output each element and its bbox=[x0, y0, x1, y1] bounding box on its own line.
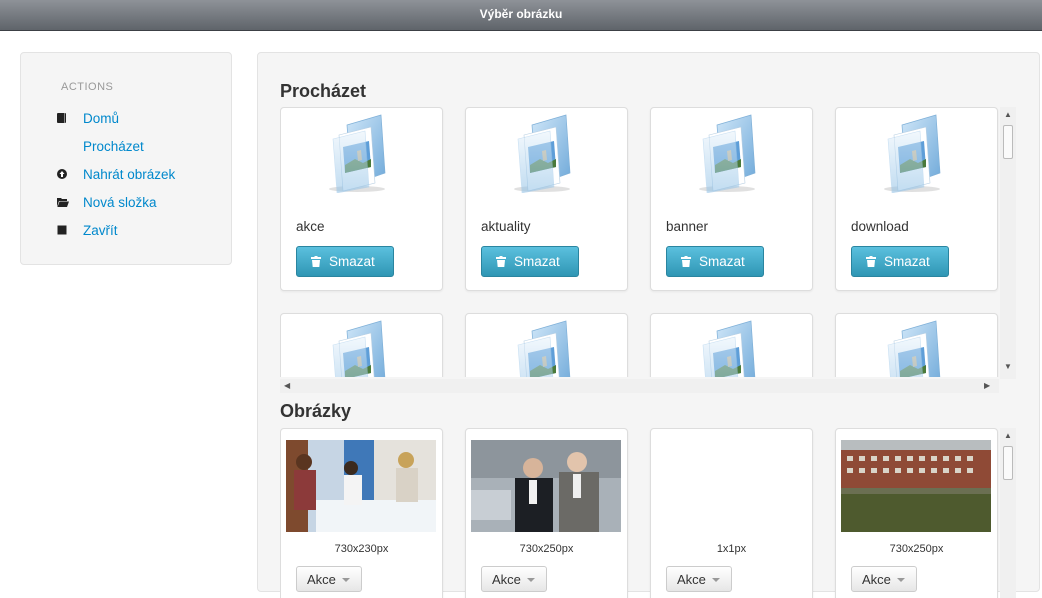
image-actions-dropdown[interactable]: Akce bbox=[666, 566, 732, 592]
folder-icon bbox=[325, 319, 393, 377]
scroll-right-arrow[interactable]: ▶ bbox=[984, 381, 990, 390]
image-actions-dropdown[interactable]: Akce bbox=[851, 566, 917, 592]
folder-grid[interactable]: akce Smazat aktuality Smazat banner Smaz… bbox=[280, 107, 999, 377]
folder-icon bbox=[695, 113, 763, 193]
images-section-title: Obrázky bbox=[280, 401, 352, 421]
folder-icon bbox=[510, 319, 578, 377]
trash-icon bbox=[496, 256, 506, 267]
image-dimensions: 1x1px bbox=[716, 543, 747, 555]
image-dimensions: 730x250px bbox=[519, 543, 574, 555]
image-actions-dropdown[interactable]: Akce bbox=[296, 566, 362, 592]
scroll-up-arrow[interactable]: ▲ bbox=[1004, 431, 1012, 440]
caret-down-icon bbox=[897, 578, 905, 582]
trash-icon bbox=[681, 256, 691, 267]
folder-name: aktuality bbox=[481, 219, 531, 234]
delete-folder-button[interactable]: Smazat bbox=[666, 246, 764, 277]
browse-section-title: Procházet bbox=[280, 81, 367, 101]
image-dimensions: 730x230px bbox=[334, 543, 389, 555]
sidebar-item-label: Zavřít bbox=[83, 223, 118, 238]
folder-card-download[interactable]: download Smazat bbox=[835, 107, 998, 291]
delete-folder-button[interactable]: Smazat bbox=[851, 246, 949, 277]
trash-icon bbox=[311, 256, 321, 267]
folder-card[interactable] bbox=[280, 313, 443, 377]
delete-button-label: Smazat bbox=[884, 254, 930, 269]
folder-card-akce[interactable]: akce Smazat bbox=[280, 107, 443, 291]
folder-icon bbox=[325, 113, 393, 193]
image-grid[interactable]: 730x230px Akce 730x250px Akce 1x1px Akce… bbox=[280, 428, 999, 598]
folder-card[interactable] bbox=[650, 313, 813, 377]
folder-open-icon bbox=[57, 198, 69, 207]
caret-down-icon bbox=[527, 578, 535, 582]
scroll-left-arrow[interactable]: ◀ bbox=[284, 381, 290, 390]
folder-card-aktuality[interactable]: aktuality Smazat bbox=[465, 107, 628, 291]
folder-name: banner bbox=[666, 219, 709, 234]
sidebar-item-label: Nová složka bbox=[83, 195, 157, 210]
scroll-down-arrow[interactable]: ▼ bbox=[1004, 362, 1012, 371]
folder-card[interactable] bbox=[835, 313, 998, 377]
stop-icon bbox=[57, 225, 67, 235]
image-card[interactable]: 1x1px Akce bbox=[650, 428, 813, 598]
scroll-up-arrow[interactable]: ▲ bbox=[1004, 110, 1012, 119]
sidebar-header: ACTIONS bbox=[61, 81, 114, 93]
delete-button-label: Smazat bbox=[699, 254, 745, 269]
folder-vertical-scrollbar[interactable]: ▲ ▼ bbox=[1000, 107, 1016, 379]
image-card[interactable]: 730x250px Akce bbox=[465, 428, 628, 598]
images-vertical-scrollbar[interactable]: ▲ bbox=[1000, 428, 1016, 598]
delete-folder-button[interactable]: Smazat bbox=[481, 246, 579, 277]
folder-icon bbox=[880, 113, 948, 193]
delete-button-label: Smazat bbox=[329, 254, 375, 269]
window-titlebar: Výběr obrázku bbox=[0, 0, 1042, 31]
scrollbar-thumb[interactable] bbox=[1003, 125, 1013, 159]
book-icon bbox=[57, 113, 66, 123]
folder-icon bbox=[695, 319, 763, 377]
image-card[interactable]: 730x230px Akce bbox=[280, 428, 443, 598]
folder-icon bbox=[510, 113, 578, 193]
window-title: Výběr obrázku bbox=[479, 7, 563, 21]
folder-card-banner[interactable]: banner Smazat bbox=[650, 107, 813, 291]
sidebar: ACTIONS Domů Procházet Nahrát obrázek No… bbox=[20, 52, 232, 265]
folder-name: download bbox=[851, 219, 909, 234]
delete-folder-button[interactable]: Smazat bbox=[296, 246, 394, 277]
main-panel: Procházet akce Smazat aktuality Smazat b… bbox=[257, 52, 1040, 598]
image-thumbnail[interactable] bbox=[841, 440, 991, 532]
image-card[interactable]: 730x250px Akce bbox=[835, 428, 998, 598]
scrollbar-thumb[interactable] bbox=[1003, 446, 1013, 480]
sidebar-item-label: Domů bbox=[83, 111, 120, 126]
image-thumbnail[interactable] bbox=[656, 440, 806, 532]
image-actions-dropdown[interactable]: Akce bbox=[481, 566, 547, 592]
sidebar-item-label: Nahrát obrázek bbox=[83, 167, 176, 182]
caret-down-icon bbox=[712, 578, 720, 582]
folder-name: akce bbox=[296, 219, 325, 234]
trash-icon bbox=[866, 256, 876, 267]
folder-card[interactable] bbox=[465, 313, 628, 377]
delete-button-label: Smazat bbox=[514, 254, 560, 269]
folder-horizontal-scrollbar[interactable]: ◀ ▶ bbox=[280, 379, 999, 393]
caret-down-icon bbox=[342, 578, 350, 582]
upload-circle-icon bbox=[57, 169, 67, 179]
sidebar-item-label: Procházet bbox=[83, 139, 144, 154]
image-thumbnail[interactable] bbox=[286, 440, 436, 532]
image-thumbnail[interactable] bbox=[471, 440, 621, 532]
image-dimensions: 730x250px bbox=[889, 543, 944, 555]
folder-icon bbox=[880, 319, 948, 377]
